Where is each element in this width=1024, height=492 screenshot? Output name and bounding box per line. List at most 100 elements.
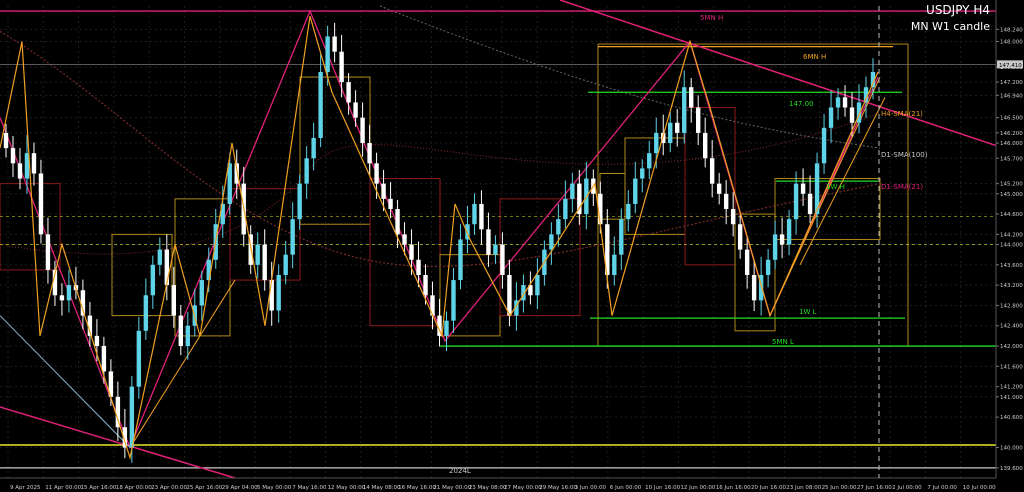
time-tick-label: 27 Jun 16:00	[857, 485, 892, 491]
candle-body	[612, 254, 617, 275]
time-tick-label: 29 Apr 04:00	[222, 485, 258, 491]
price-tick-label: 148.240	[1000, 27, 1023, 33]
candle-body	[94, 335, 100, 347]
time-tick-label: 5 May 00:00	[257, 485, 292, 491]
candle-body	[297, 183, 302, 220]
candle-body	[402, 234, 407, 245]
candle-body	[409, 244, 414, 260]
level-label: H4-SMA(21)	[881, 110, 923, 118]
price-tick-label: 144.200	[1000, 232, 1023, 238]
time-tick-label: 23 May 08:00	[469, 485, 507, 491]
price-tick-label: 141.600	[1000, 364, 1023, 370]
price-tick-label: 142.000	[1000, 344, 1023, 350]
candle-body	[675, 122, 680, 133]
candle-body	[486, 229, 491, 255]
range-box	[684, 107, 736, 266]
candle-body	[395, 209, 400, 235]
candle-body	[737, 224, 743, 250]
time-tick-label: 6 Jun 00:00	[610, 485, 642, 491]
price-tick-label: 147.200	[1000, 80, 1023, 86]
candle-body	[800, 183, 806, 194]
candle-body	[374, 163, 379, 184]
candle-body	[500, 244, 505, 275]
level-label: 1W H	[826, 183, 845, 191]
candle-body	[730, 209, 736, 225]
time-tick-label: 12 May 00:00	[328, 485, 366, 491]
candle-body	[709, 158, 715, 184]
time-tick-label: 10 Jul 00:00	[963, 485, 996, 491]
range-box	[0, 183, 61, 271]
candle-body	[549, 234, 554, 250]
candle-body	[668, 122, 673, 144]
candle-body	[318, 71, 323, 138]
price-tick-label: 145.200	[1000, 182, 1023, 188]
time-tick-label: 25 Apr 16:00	[186, 485, 222, 491]
time-axis[interactable]: 9 Apr 2025 11 Apr 00:00 15 Apr 16:00 18 Apr…	[0, 477, 996, 491]
candle-body	[479, 203, 484, 230]
candle-body	[640, 168, 645, 179]
candle-body	[10, 148, 16, 164]
candle-body	[304, 158, 309, 184]
candle-body	[178, 315, 183, 347]
price-chart[interactable]: 5MN H 6MN H 147.00 H4-SMA(21) D1-SMA(100) 1W …	[0, 0, 1024, 492]
candle-body	[185, 325, 190, 347]
price-tick-label: 144.000	[1000, 243, 1023, 249]
candle-body	[702, 132, 708, 159]
level-label: 5MN L	[772, 338, 794, 346]
price-tick-label: 146.000	[1000, 141, 1023, 147]
time-tick-label: 18 Apr 00:00	[116, 485, 152, 491]
candle-body	[493, 244, 498, 255]
candle-body	[779, 234, 785, 245]
candle-body	[744, 249, 750, 275]
time-tick-label: 3 Jun 00:00	[575, 485, 607, 491]
price-tick-label: 142.400	[1000, 324, 1023, 330]
symbol-timeframe-title: USDJPY H4	[926, 3, 990, 17]
candle-body	[388, 198, 393, 210]
candle-body	[276, 274, 281, 311]
candle-body	[255, 244, 260, 265]
candle-body	[262, 244, 267, 281]
time-tick-label: 14 May 08:00	[363, 485, 401, 491]
candle-body	[367, 143, 372, 164]
candle-body	[786, 219, 792, 245]
level-label: 147.00	[789, 100, 814, 108]
level-label: 6MN H	[803, 53, 826, 61]
price-axis[interactable]: 148.240148.000147.500147.200146.940146.5…	[995, 0, 1024, 492]
price-tick-label: 142.800	[1000, 303, 1023, 309]
candle-body	[633, 178, 638, 204]
candle-body	[835, 97, 841, 108]
time-tick-label: 7 Jul 00:00	[927, 485, 957, 491]
price-tick-label: 145.000	[1000, 192, 1023, 198]
price-tick-label: 140.600	[1000, 415, 1023, 421]
price-tick-label: 144.600	[1000, 212, 1023, 218]
price-tick-label: 143.600	[1000, 263, 1023, 269]
candle-body	[360, 117, 365, 144]
candle-body	[381, 183, 386, 199]
candle-body	[45, 234, 51, 270]
time-tick-label: 23 Jun 08:00	[786, 485, 821, 491]
candle-body	[570, 183, 575, 199]
price-tick-label: 146.940	[1000, 93, 1023, 99]
time-tick-label: 15 Apr 16:00	[81, 485, 117, 491]
candle-body	[143, 295, 149, 331]
candle-body	[842, 97, 848, 108]
candle-body	[150, 264, 156, 296]
price-tick-label: 139.600	[1000, 466, 1023, 472]
candle-body	[828, 107, 834, 128]
grid-layer	[0, 6, 996, 478]
candle-body	[751, 274, 757, 301]
candle-body	[619, 219, 624, 255]
time-tick-label: 10 Jun 16:00	[645, 485, 680, 491]
candle-body	[136, 330, 142, 387]
chart-window[interactable]: 5MN H 6MN H 147.00 H4-SMA(21) D1-SMA(100) 1W …	[0, 0, 1024, 492]
level-label: 5MN H	[700, 14, 723, 22]
candle-body	[723, 193, 729, 210]
candle-body	[66, 285, 72, 301]
candle-body	[423, 274, 428, 296]
candle-body	[472, 203, 477, 225]
candle-body	[507, 274, 512, 316]
time-tick-label: 12 Jun 00:00	[680, 485, 715, 491]
price-tick-label: 140.000	[1000, 446, 1023, 452]
price-tick-label: 141.200	[1000, 385, 1023, 391]
candle-body	[647, 153, 652, 169]
